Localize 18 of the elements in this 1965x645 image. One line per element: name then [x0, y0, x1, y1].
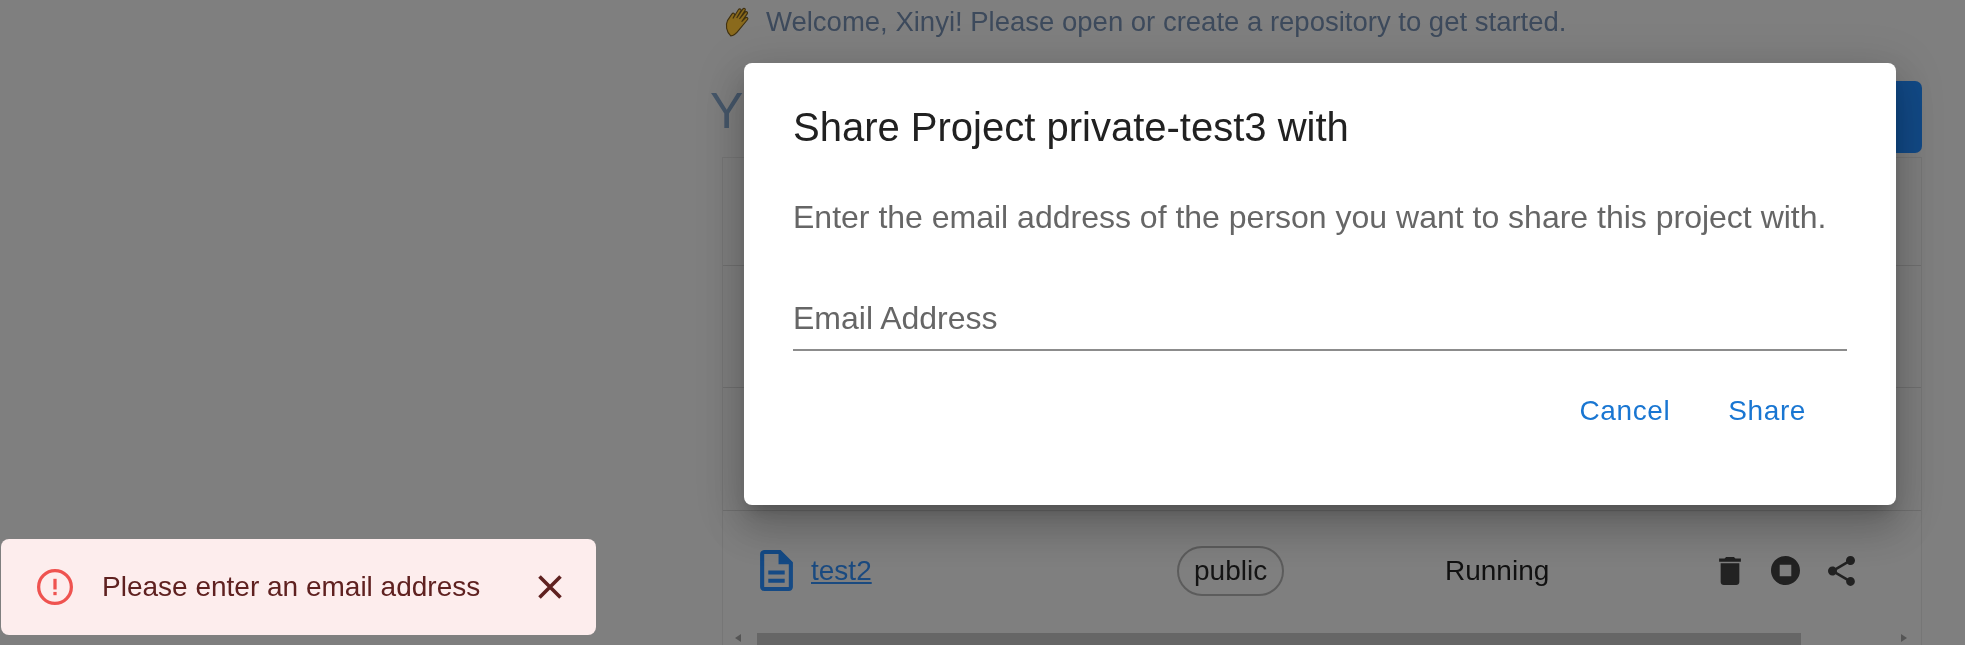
- email-field[interactable]: Email Address: [793, 281, 1847, 351]
- dialog-title: Share Project private-test3 with: [793, 104, 1349, 151]
- dialog-message: Enter the email address of the person you want to share this project with.: [793, 198, 1827, 237]
- visibility-chip: public: [1177, 545, 1285, 596]
- share-icon[interactable]: [1828, 555, 1855, 586]
- welcome-message: Welcome, Xinyi! Please open or create a repository to get started.: [766, 5, 1567, 39]
- trash-icon[interactable]: [1719, 556, 1741, 585]
- share-button[interactable]: Share: [1712, 375, 1822, 447]
- stop-icon[interactable]: [1771, 556, 1800, 585]
- document-icon: [760, 550, 793, 591]
- waving-hand-icon: [724, 7, 750, 37]
- status-text: Running: [1445, 554, 1550, 586]
- page-heading: Y: [710, 82, 744, 141]
- close-icon: [538, 575, 562, 599]
- cancel-button[interactable]: Cancel: [1563, 375, 1687, 447]
- alert-message: Please enter an email address: [102, 571, 481, 603]
- scrollbar-thumb[interactable]: [757, 633, 1801, 645]
- alert-icon: [37, 569, 73, 605]
